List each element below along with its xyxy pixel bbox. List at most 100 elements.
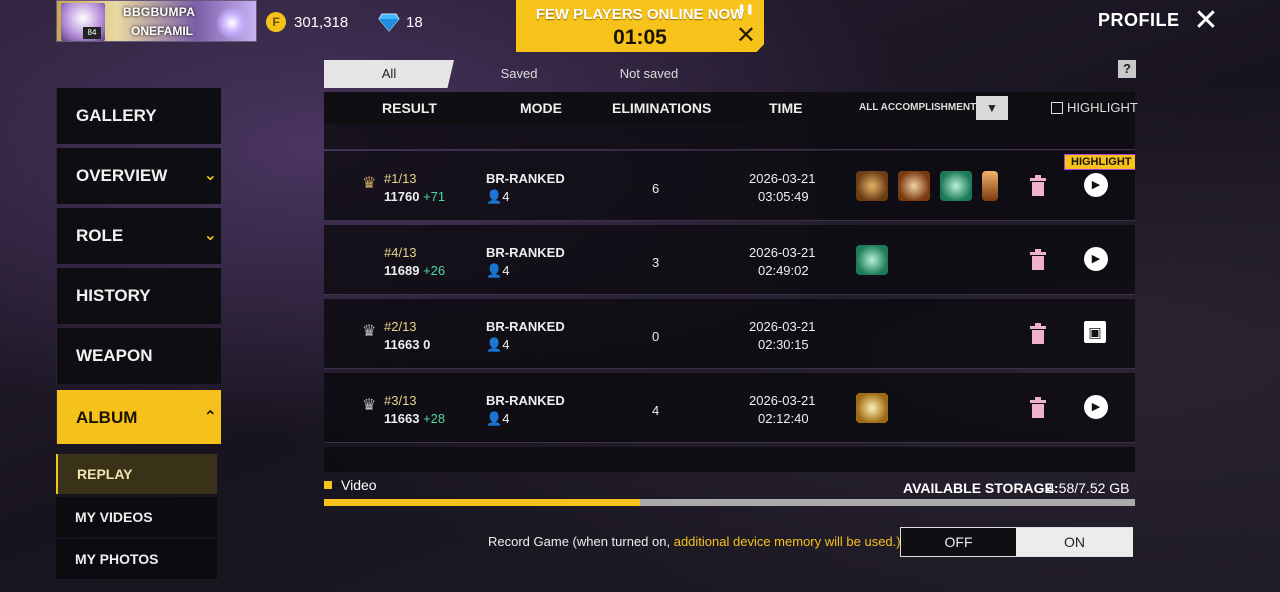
guild-name: ONEFAMIL <box>131 24 193 38</box>
tab-not-saved[interactable]: Not saved <box>594 60 704 88</box>
table-row[interactable]: #4/13 11689 +26 BR-RANKED 👤4 3 2026-03-2… <box>324 225 1135 295</box>
person-icon: 👤 <box>486 263 503 278</box>
online-notice: ❚❚ FEW PLAYERS ONLINE NOW 01:05 ✕ <box>516 0 764 52</box>
table-row-partial <box>324 447 1135 472</box>
save-icon[interactable]: ▣ <box>1084 321 1106 343</box>
table-row[interactable]: ♛ #3/13 11663 +28 BR-RANKED 👤4 4 2026-03… <box>324 373 1135 443</box>
sidebar-item-role[interactable]: ROLE ⌄ <box>56 208 221 264</box>
notice-close-icon[interactable]: ✕ <box>736 24 756 48</box>
page-title: PROFILE <box>1098 10 1180 30</box>
gold-value: 301,318 <box>294 14 349 31</box>
points-value: 11663 <box>384 411 420 426</box>
record-game-label: Record Game (when turned on, additional … <box>488 534 901 549</box>
record-on-option[interactable]: ON <box>1016 528 1133 556</box>
match-date: 2026-03-21 <box>749 319 816 334</box>
delete-trash-icon[interactable] <box>1029 323 1047 345</box>
storage-bar <box>324 499 1135 506</box>
play-replay-icon[interactable]: ▶ <box>1084 247 1108 271</box>
level-badge: 84 <box>83 27 101 39</box>
result-rank: #1/13 <box>384 171 417 186</box>
match-mode: BR-RANKED <box>486 393 565 408</box>
team-size-value: 4 <box>502 411 510 426</box>
team-size-value: 4 <box>502 263 510 278</box>
result-points: 11663 +28 <box>384 411 445 426</box>
accomplishments-dropdown-button[interactable]: ▼ <box>976 96 1008 120</box>
delete-trash-icon[interactable] <box>1029 397 1047 419</box>
chevron-down-icon: ⌄ <box>203 167 217 184</box>
record-game-text: Record Game (when turned on, <box>488 534 674 549</box>
match-date: 2026-03-21 <box>749 171 816 186</box>
close-button[interactable]: ✕ <box>1192 6 1220 36</box>
storage-value: 4.58/7.52 GB <box>1047 480 1130 496</box>
points-delta: +28 <box>423 411 446 426</box>
sidebar-item-label: OVERVIEW <box>76 166 168 185</box>
tab-all[interactable]: All <box>324 60 454 88</box>
header-result: RESULT <box>382 100 437 116</box>
sidebar-item-label: GALLERY <box>76 106 157 125</box>
sidebar-subitem-my-photos[interactable]: MY PHOTOS <box>56 539 217 579</box>
eliminations: 0 <box>652 329 660 344</box>
result-rank: #3/13 <box>384 393 417 408</box>
chevron-down-icon: ⌄ <box>203 227 217 244</box>
match-date: 2026-03-21 <box>749 245 816 260</box>
sidebar-item-overview[interactable]: OVERVIEW ⌄ <box>56 148 221 204</box>
sidebar-item-label: ROLE <box>76 226 124 245</box>
sidebar-subitem-replay[interactable]: REPLAY <box>56 454 217 494</box>
filter-tabs: All Saved Not saved <box>324 60 704 88</box>
gold-coin-icon: F <box>266 12 286 32</box>
sidebar-subitem-my-videos[interactable]: MY VIDEOS <box>56 497 217 537</box>
sidebar-item-album[interactable]: ALBUM ⌃ <box>56 390 221 444</box>
sidebar-item-gallery[interactable]: GALLERY <box>56 88 221 144</box>
diamond-icon <box>378 13 400 32</box>
accomplishment-badge-icon <box>856 171 888 201</box>
table-header: RESULT MODE ELIMINATIONS TIME ALL ACCOMP… <box>324 92 1138 124</box>
play-replay-icon[interactable]: ▶ <box>1084 395 1108 419</box>
points-delta: +26 <box>423 263 446 278</box>
accomplishment-badge-icon <box>856 393 888 423</box>
result-points: 11689 +26 <box>384 263 445 278</box>
eliminations: 3 <box>652 255 660 270</box>
tab-saved[interactable]: Saved <box>464 60 574 88</box>
team-size: 👤4 <box>486 263 509 279</box>
highlight-checkbox-label: HIGHLIGHT <box>1067 100 1138 115</box>
table-row-partial <box>324 124 1135 150</box>
accomplishment-badge-icon <box>856 245 888 275</box>
eliminations: 6 <box>652 181 660 196</box>
match-date: 2026-03-21 <box>749 393 816 408</box>
delete-trash-icon[interactable] <box>1029 249 1047 271</box>
eliminations: 4 <box>652 403 660 418</box>
team-size: 👤4 <box>486 337 509 353</box>
table-row[interactable]: ♛ #2/13 11663 0 BR-RANKED 👤4 0 2026-03-2… <box>324 299 1135 369</box>
team-size: 👤4 <box>486 411 509 427</box>
diamond-value: 18 <box>406 14 423 31</box>
match-mode: BR-RANKED <box>486 171 565 186</box>
play-replay-icon[interactable]: ▶ <box>1084 173 1108 197</box>
accomplishment-badge-icon <box>982 171 998 201</box>
table-row[interactable]: ♛ #1/13 11760 +71 BR-RANKED 👤4 6 2026-03… <box>324 151 1135 221</box>
header-eliminations: ELIMINATIONS <box>612 100 712 116</box>
person-icon: 👤 <box>486 411 503 426</box>
highlight-checkbox[interactable] <box>1051 102 1063 114</box>
profile-banner[interactable]: 84 BBGBUMPA ONEFAMIL <box>56 0 257 42</box>
header-mode: MODE <box>520 100 562 116</box>
trophy-icon: ♛ <box>362 175 377 192</box>
header-time: TIME <box>769 100 803 116</box>
help-icon[interactable]: ? <box>1118 60 1136 78</box>
delete-trash-icon[interactable] <box>1029 175 1047 197</box>
accomplishment-badge-icon <box>898 171 930 201</box>
match-time: 02:30:15 <box>758 337 809 352</box>
chevron-up-icon: ⌃ <box>203 409 217 426</box>
storage-label: AVAILABLE STORAGE: <box>903 480 1059 496</box>
record-game-toggle[interactable]: OFF ON <box>900 527 1133 557</box>
sidebar-item-history[interactable]: HISTORY <box>56 268 221 324</box>
points-value: 11689 <box>384 263 420 278</box>
record-off-option[interactable]: OFF <box>901 528 1016 556</box>
team-size-value: 4 <box>502 189 510 204</box>
match-mode: BR-RANKED <box>486 245 565 260</box>
sidebar-item-label: ALBUM <box>76 408 138 427</box>
sidebar-item-weapon[interactable]: WEAPON <box>56 328 221 384</box>
result-rank: #4/13 <box>384 245 417 260</box>
team-size: 👤4 <box>486 189 509 205</box>
result-points: 11663 0 <box>384 337 430 352</box>
replay-list[interactable]: ♛ #1/13 11760 +71 BR-RANKED 👤4 6 2026-03… <box>324 124 1135 472</box>
